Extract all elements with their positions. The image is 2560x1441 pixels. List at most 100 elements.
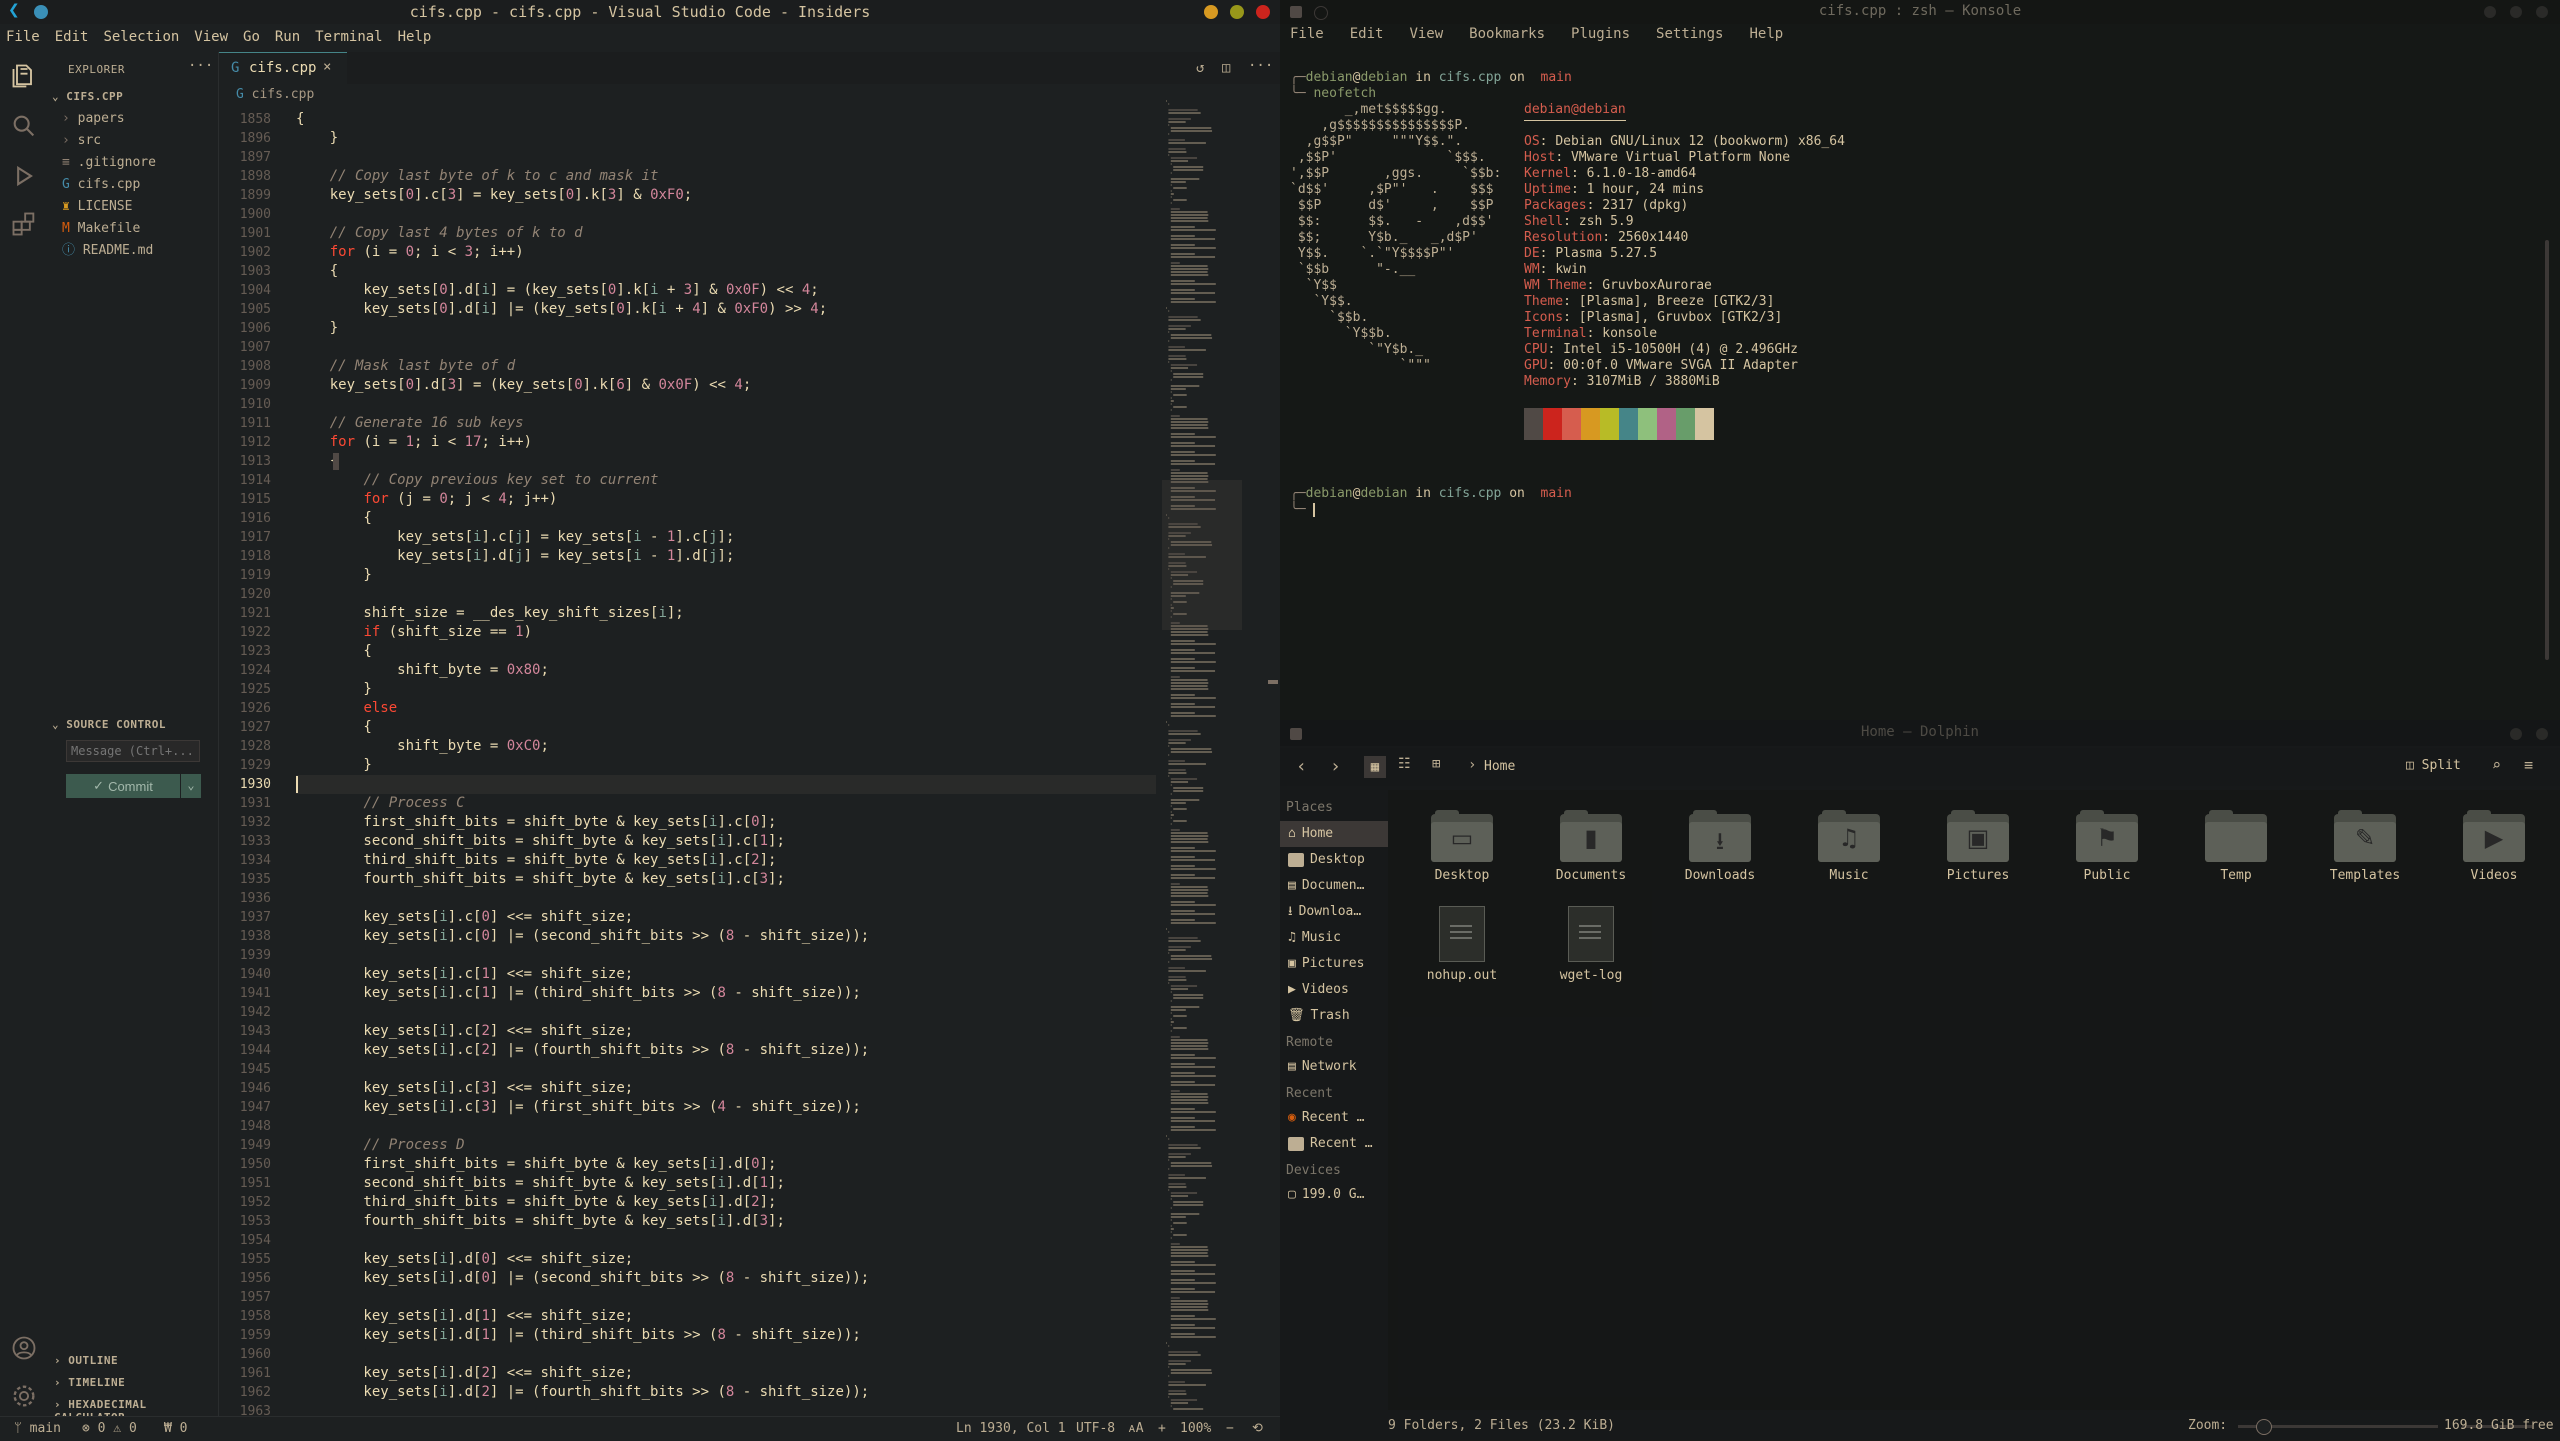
place-recent-files[interactable]: ◉ Recent … (1280, 1105, 1388, 1131)
minimap-viewport[interactable] (1162, 480, 1242, 630)
place-recent-locations[interactable]: Recent … (1280, 1131, 1388, 1157)
input-line[interactable]: ╰─ (1290, 502, 1316, 518)
konsole-menu-file[interactable]: File (1290, 26, 1324, 42)
settings-gear-icon[interactable] (10, 1382, 38, 1410)
explorer-icon[interactable] (10, 62, 38, 90)
panel-timeline[interactable]: › TIMELINE (54, 1376, 125, 1389)
menu-view[interactable]: View (194, 26, 237, 48)
timeline-history-icon[interactable]: ↺ (1196, 60, 1204, 76)
zoom-level[interactable]: 100% (1180, 1421, 1211, 1436)
breadcrumb[interactable]: G cifs.cpp (236, 87, 314, 102)
folder-item[interactable]: ▶ Videos (2439, 810, 2549, 883)
more-actions-icon[interactable]: ··· (188, 58, 213, 74)
folder-item[interactable]: ⚑ Public (2052, 810, 2162, 883)
place-trash[interactable]: 🗑 Trash (1280, 1003, 1388, 1029)
forward-arrow-icon[interactable]: › (1330, 756, 1341, 777)
problems-indicator[interactable]: ⊗ 0 ⚠ 0 (82, 1421, 137, 1436)
folder-item[interactable]: ♫ Music (1794, 810, 1904, 883)
tree-item-gitignore[interactable]: ≡ .gitignore (62, 152, 212, 174)
konsole-menu-view[interactable]: View (1409, 26, 1443, 42)
branch-indicator[interactable]: ᛘ main (14, 1421, 61, 1436)
konsole-menu-plugins[interactable]: Plugins (1571, 26, 1630, 42)
minimap[interactable] (1162, 100, 1242, 1410)
file-item[interactable]: nohup.out (1407, 906, 1517, 983)
font-size-icon[interactable]: ᴀA (1128, 1421, 1144, 1436)
tree-item-license[interactable]: ♜ LICENSE (62, 196, 212, 218)
encoding-indicator[interactable]: UTF-8 (1076, 1421, 1115, 1436)
tab-cifs-cpp[interactable]: G cifs.cpp × (219, 52, 347, 85)
tree-item-src[interactable]: › src (62, 130, 212, 152)
place-documents[interactable]: ▤ Documen… (1280, 873, 1388, 899)
code-text[interactable]: { } // Copy last byte of k to c and mask… (296, 110, 1156, 1421)
split-editor-icon[interactable]: ◫ (1222, 60, 1230, 76)
source-control-section[interactable]: ⌄ SOURCE CONTROL (52, 718, 166, 731)
minimap-line (1170, 1072, 1195, 1074)
close-button[interactable] (1256, 5, 1270, 19)
account-icon[interactable] (10, 1334, 38, 1362)
split-button[interactable]: ◫ Split (2406, 758, 2461, 773)
tree-item-papers[interactable]: › papers (62, 108, 212, 130)
place-downloads[interactable]: ⭳ Downloa… (1280, 899, 1388, 925)
back-arrow-icon[interactable]: ‹ (1296, 756, 1307, 777)
menu-selection[interactable]: Selection (103, 26, 188, 48)
ports-indicator[interactable]: ₩ 0 (164, 1421, 187, 1436)
konsole-close-button[interactable] (2536, 6, 2548, 18)
place-home[interactable]: ⌂ Home (1280, 821, 1388, 847)
place-network[interactable]: ▤ Network (1280, 1054, 1388, 1080)
konsole-minimize-button[interactable] (2484, 6, 2496, 18)
device-disk[interactable]: ▢ 199.0 G… (1280, 1182, 1388, 1208)
place-pictures[interactable]: ▣ Pictures (1280, 951, 1388, 977)
commit-dropdown-button[interactable]: ⌄ (181, 774, 201, 798)
search-icon[interactable]: ⌕ (2492, 756, 2501, 774)
folder-item[interactable]: ▣ Pictures (1923, 810, 2033, 883)
minimize-button[interactable] (1204, 5, 1218, 19)
commit-message-input[interactable] (66, 740, 200, 762)
folder-item[interactable]: ✎ Templates (2310, 810, 2420, 883)
konsole-menu-bookmarks[interactable]: Bookmarks (1469, 26, 1545, 42)
konsole-scrollbar[interactable] (2545, 240, 2549, 660)
place-videos[interactable]: ▶ Videos (1280, 977, 1388, 1003)
folder-item[interactable]: ⭳ Downloads (1665, 810, 1775, 883)
hamburger-menu-icon[interactable]: ≡ (2524, 756, 2533, 774)
menu-edit[interactable]: Edit (55, 26, 98, 48)
compact-view-icon[interactable]: ☷ (1398, 756, 1411, 772)
place-music[interactable]: ♫ Music (1280, 925, 1388, 951)
konsole-maximize-button[interactable] (2510, 6, 2522, 18)
menu-help[interactable]: Help (398, 26, 441, 48)
dolphin-maximize-button[interactable] (2510, 728, 2522, 740)
tree-item-readme[interactable]: ⓘ README.md (62, 240, 212, 262)
place-desktop[interactable]: Desktop (1280, 847, 1388, 873)
details-view-icon[interactable]: ⊞ (1432, 756, 1440, 772)
project-folder[interactable]: ⌄ CIFS.CPP (52, 90, 123, 103)
notifications-bell-icon[interactable]: ⟲ (1252, 1421, 1263, 1436)
zoom-in-icon[interactable]: + (1158, 1421, 1166, 1436)
location-breadcrumb[interactable]: Home (1484, 759, 1515, 774)
panel-outline[interactable]: › OUTLINE (54, 1354, 118, 1367)
search-icon[interactable] (10, 112, 38, 140)
konsole-menu-settings[interactable]: Settings (1656, 26, 1723, 42)
close-tab-icon[interactable]: × (323, 59, 331, 75)
cursor-position[interactable]: Ln 1930, Col 1 (956, 1421, 1066, 1436)
menu-go[interactable]: Go (243, 26, 269, 48)
konsole-menu-help[interactable]: Help (1749, 26, 1783, 42)
extensions-icon[interactable] (10, 210, 38, 238)
menu-run[interactable]: Run (275, 26, 309, 48)
folder-item[interactable]: ▮ Documents (1536, 810, 1646, 883)
file-item[interactable]: wget-log (1536, 906, 1646, 983)
menu-terminal[interactable]: Terminal (315, 26, 391, 48)
menu-file[interactable]: File (6, 26, 49, 48)
dolphin-close-button[interactable] (2536, 728, 2548, 740)
icons-view-icon[interactable]: ▦ (1364, 756, 1386, 778)
tree-item-cifs-cpp[interactable]: G cifs.cpp (62, 174, 212, 196)
editor-more-icon[interactable]: ··· (1248, 58, 1273, 74)
run-debug-icon[interactable] (10, 162, 38, 190)
folder-item[interactable]: Temp (2181, 810, 2291, 883)
commit-button[interactable]: ✓ Commit (66, 774, 180, 798)
zoom-slider-handle[interactable] (2256, 1419, 2272, 1435)
zoom-out-icon[interactable]: − (1226, 1421, 1234, 1436)
maximize-button[interactable] (1230, 5, 1244, 19)
konsole-menu-edit[interactable]: Edit (1350, 26, 1384, 42)
tree-item-makefile[interactable]: M Makefile (62, 218, 212, 240)
minimap-line (1168, 1189, 1170, 1191)
folder-item[interactable]: ▭ Desktop (1407, 810, 1517, 883)
